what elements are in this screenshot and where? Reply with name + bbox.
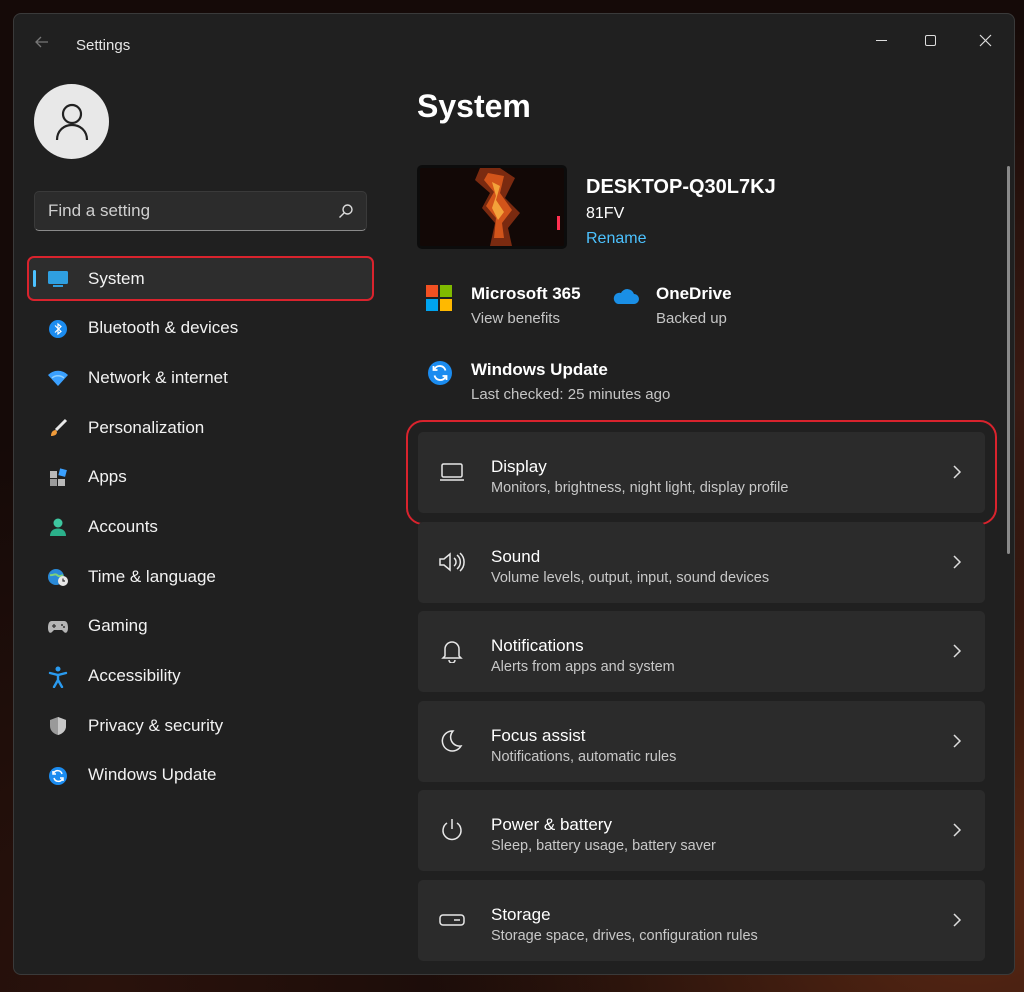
- card-display[interactable]: Display Monitors, brightness, night ligh…: [406, 420, 997, 525]
- arrow-left-icon: [35, 36, 48, 48]
- maximize-button[interactable]: [907, 22, 953, 58]
- sidebar-item-label: Windows Update: [88, 765, 217, 785]
- search-input[interactable]: [35, 192, 325, 230]
- sidebar-item-privacy-security[interactable]: Privacy & security: [29, 705, 372, 746]
- card-title: Notifications: [491, 636, 584, 655]
- chevron-right-icon: [953, 644, 962, 658]
- chevron-right-icon: [953, 733, 962, 748]
- card-title: Sound: [491, 546, 541, 566]
- bell-icon: [438, 637, 466, 665]
- back-button[interactable]: [30, 34, 54, 54]
- speaker-icon: [438, 548, 466, 576]
- sidebar-item-label: Personalization: [88, 417, 205, 437]
- card-subtitle: Monitors, brightness, night light, displ…: [491, 480, 789, 496]
- update-icon: [428, 361, 452, 385]
- update-icon: [47, 765, 69, 787]
- monitor-icon: [47, 268, 69, 290]
- search-box: [34, 191, 367, 231]
- sidebar-item-label: Time & language: [88, 566, 216, 586]
- sidebar-item-network[interactable]: Network & internet: [29, 357, 372, 398]
- bluetooth-icon: [47, 318, 69, 340]
- card-subtitle: Storage space, drives, configuration rul…: [491, 927, 758, 944]
- laptop-icon: [438, 458, 466, 486]
- rename-link[interactable]: Rename: [586, 230, 646, 248]
- chevron-right-icon: [953, 823, 962, 837]
- person-icon: [55, 103, 88, 140]
- sidebar-item-accessibility[interactable]: Accessibility: [29, 656, 372, 697]
- card-notifications[interactable]: Notifications Alerts from apps and syste…: [418, 611, 985, 692]
- settings-cards: Display Monitors, brightness, night ligh…: [406, 420, 997, 969]
- sidebar-item-label: Apps: [88, 467, 127, 487]
- maximize-icon: [924, 34, 936, 46]
- close-icon: [979, 34, 991, 46]
- search-icon[interactable]: [338, 203, 354, 219]
- chevron-right-icon: [953, 465, 962, 479]
- page-title: System: [417, 88, 531, 124]
- sidebar-item-label: Accessibility: [88, 666, 181, 685]
- card-subtitle: Sleep, battery usage, battery saver: [491, 838, 716, 854]
- sidebar-item-label: Gaming: [88, 616, 148, 636]
- card-power-battery[interactable]: Power & battery Sleep, battery usage, ba…: [418, 790, 985, 871]
- gamepad-icon: [47, 616, 69, 638]
- tile-windows-update[interactable]: Windows Update Last checked: 25 minutes …: [427, 360, 707, 406]
- app-title: Settings: [76, 37, 131, 54]
- sidebar-item-time-language[interactable]: Time & language: [29, 556, 372, 597]
- globe-clock-icon: [47, 566, 69, 588]
- chevron-right-icon: [953, 554, 962, 569]
- device-wallpaper-thumbnail: [417, 165, 567, 249]
- card-subtitle: Alerts from apps and system: [491, 659, 675, 675]
- close-button[interactable]: [962, 22, 1008, 58]
- tile-onedrive[interactable]: OneDrive Backed up: [612, 284, 762, 330]
- sidebar-item-system[interactable]: System: [27, 256, 374, 301]
- microsoft-logo-icon: [426, 285, 452, 311]
- minimize-icon: [875, 39, 887, 41]
- card-title: Power & battery: [491, 815, 612, 834]
- sidebar-item-accounts[interactable]: Accounts: [29, 506, 372, 547]
- brush-icon: [47, 417, 69, 439]
- accessibility-icon: [47, 666, 69, 688]
- person-icon: [47, 516, 69, 538]
- tile-subtitle: Backed up: [656, 310, 727, 327]
- card-title: Storage: [491, 904, 551, 924]
- sidebar-item-label: Bluetooth & devices: [88, 318, 239, 338]
- wifi-icon: [47, 367, 69, 389]
- shield-icon: [47, 715, 69, 737]
- sidebar-item-bluetooth[interactable]: Bluetooth & devices: [29, 308, 372, 349]
- sidebar-item-label: System: [88, 268, 145, 288]
- tile-title: Microsoft 365: [471, 284, 581, 303]
- user-avatar[interactable]: [34, 84, 109, 159]
- card-storage[interactable]: Storage Storage space, drives, configura…: [418, 879, 985, 961]
- sidebar-item-label: Privacy & security: [88, 715, 224, 735]
- drive-icon: [438, 906, 466, 934]
- apps-icon: [47, 467, 69, 489]
- sidebar-item-label: Network & internet: [88, 367, 228, 387]
- sidebar-nav: System Bluetooth & devices Network & int…: [27, 256, 374, 805]
- device-name: DESKTOP-Q30L7KJ: [586, 176, 776, 198]
- power-icon: [438, 816, 466, 844]
- cloud-icon: [613, 289, 639, 304]
- card-title: Focus assist: [491, 725, 586, 745]
- settings-window: Settings System Bluetoo: [13, 13, 1015, 975]
- minimize-button[interactable]: [858, 22, 904, 58]
- sidebar-item-apps[interactable]: Apps: [29, 457, 372, 498]
- card-subtitle: Volume levels, output, input, sound devi…: [491, 569, 770, 586]
- tile-subtitle: View benefits: [471, 310, 560, 327]
- card-sound[interactable]: Sound Volume levels, output, input, soun…: [418, 521, 985, 603]
- tile-title: Windows Update: [471, 360, 608, 379]
- tile-microsoft-365[interactable]: Microsoft 365 View benefits: [426, 284, 607, 330]
- tile-title: OneDrive: [656, 284, 732, 303]
- device-model: 81FV: [586, 205, 625, 222]
- moon-icon: [438, 727, 466, 755]
- chevron-right-icon: [953, 912, 962, 927]
- card-subtitle: Notifications, automatic rules: [491, 748, 677, 765]
- title-bar: Settings: [14, 14, 1014, 58]
- sidebar-item-gaming[interactable]: Gaming: [29, 606, 372, 647]
- sidebar-item-label: Accounts: [88, 516, 158, 536]
- tile-subtitle: Last checked: 25 minutes ago: [471, 386, 671, 403]
- sidebar-item-personalization[interactable]: Personalization: [29, 407, 372, 448]
- card-focus-assist[interactable]: Focus assist Notifications, automatic ru…: [418, 700, 985, 782]
- main-scrollbar[interactable]: [1007, 166, 1010, 554]
- card-title: Display: [491, 457, 547, 476]
- sidebar-item-windows-update[interactable]: Windows Update: [29, 755, 372, 796]
